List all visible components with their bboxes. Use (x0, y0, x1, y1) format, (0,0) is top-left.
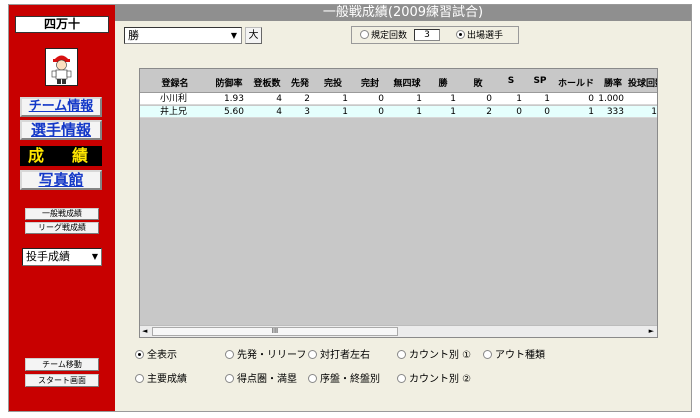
cell-no-walks: 1 (416, 107, 422, 117)
radio-dot (397, 374, 406, 383)
radio-vs-batter-side[interactable]: 対打者左右 (308, 350, 370, 362)
radio-count-1[interactable]: カウント別 ① (397, 350, 471, 362)
cell-holds: 0 (588, 94, 594, 104)
cell-saves: 1 (516, 94, 522, 104)
cell-complete-games: 1 (342, 107, 348, 117)
table-header: 登録名 防御率 登板数 先発 完投 完封 無四球 勝 敗 S SP ホールド 勝… (140, 69, 657, 93)
cell-starts: 3 (304, 107, 310, 117)
regulation-innings-input[interactable]: 3 (414, 29, 440, 41)
radio-appeared-players[interactable]: 出場選手 (456, 30, 503, 42)
col-header-appearances[interactable]: 登板数 (248, 76, 286, 89)
cell-sp: 0 (544, 107, 550, 117)
cell-era: 5.60 (223, 107, 244, 117)
radio-dot (397, 350, 406, 359)
start-screen-button[interactable]: スタート画面 (25, 374, 99, 387)
col-header-era[interactable]: 防御率 (210, 76, 248, 89)
col-header-innings[interactable]: 投球回数 (628, 76, 657, 89)
cell-losses: 2 (486, 107, 492, 117)
league-stats-button[interactable]: リーグ戦成績 (25, 222, 99, 234)
radio-dot (360, 30, 369, 39)
category-select[interactable]: 投手成績 ▼ (22, 248, 102, 266)
cell-appearances: 4 (276, 94, 282, 104)
col-header-saves[interactable]: S (496, 76, 526, 86)
col-header-starts[interactable]: 先発 (286, 76, 314, 89)
cell-innings: 1 (651, 107, 657, 117)
cell-win-pct: 1.000 (598, 94, 624, 104)
radio-dot-selected (456, 30, 465, 39)
cell-name: 井上兄 (160, 107, 188, 117)
stats-table: 登録名 防御率 登板数 先発 完投 完封 無四球 勝 敗 S SP ホールド 勝… (139, 68, 658, 338)
cell-losses: 0 (486, 94, 492, 104)
nav-player-info-button[interactable]: 選手情報 (20, 120, 102, 140)
radio-dot-selected (135, 350, 144, 359)
cell-name: 小川利 (160, 94, 188, 104)
horizontal-scrollbar[interactable]: ◄ III ► (140, 325, 657, 337)
general-stats-button[interactable]: 一般戦成績 (25, 208, 99, 220)
radio-regulation-innings[interactable]: 規定回数 (360, 30, 407, 42)
cell-appearances: 4 (276, 107, 282, 117)
sidebar: 四万十 チーム情報 選手情報 成 績 写真館 一般戦成績 リーグ戦成績 投手成績… (9, 5, 115, 411)
col-header-losses[interactable]: 敗 (460, 76, 496, 89)
radio-out-type[interactable]: アウト種類 (483, 350, 545, 362)
table-row[interactable]: 井上兄 5.60 4 3 1 0 1 1 2 0 0 1 333 1 (140, 106, 657, 118)
scroll-left-icon[interactable]: ◄ (142, 326, 147, 337)
radio-main-stats[interactable]: 主要成績 (135, 374, 187, 386)
col-header-name[interactable]: 登録名 (140, 76, 210, 89)
col-header-shutouts[interactable]: 完封 (352, 76, 388, 89)
col-header-complete-games[interactable]: 完投 (314, 76, 352, 89)
cell-complete-games: 1 (342, 94, 348, 104)
stat-sort-combo[interactable]: 勝 ▼ (124, 27, 242, 44)
radio-early-late-innings[interactable]: 序盤・終盤別 (308, 374, 380, 386)
app-window: 四万十 チーム情報 選手情報 成 績 写真館 一般戦成績 リーグ戦成績 投手成績… (8, 4, 692, 412)
radio-dot (225, 374, 234, 383)
radio-dot (135, 374, 144, 383)
radio-scoring-position[interactable]: 得点圏・満塁 (225, 374, 297, 386)
stat-sort-combo-value: 勝 (128, 29, 139, 42)
col-header-win-pct[interactable]: 勝率 (598, 76, 628, 89)
cell-starts: 2 (304, 94, 310, 104)
cell-no-walks: 1 (416, 94, 422, 104)
radio-dot (308, 350, 317, 359)
cell-saves: 0 (516, 107, 522, 117)
radio-dot (308, 374, 317, 383)
cell-shutouts: 0 (378, 94, 384, 104)
table-row[interactable]: 小川利 1.93 4 2 1 0 1 1 0 1 1 0 1.000 (140, 93, 657, 105)
team-name: 四万十 (15, 16, 109, 33)
col-header-sp[interactable]: SP (526, 76, 554, 86)
radio-count-2[interactable]: カウント別 ② (397, 374, 471, 386)
page-title: 一般戦成績(2009練習試合) (115, 5, 691, 21)
col-header-wins[interactable]: 勝 (426, 76, 460, 89)
col-header-holds[interactable]: ホールド (554, 76, 598, 89)
scroll-thumb[interactable]: III (152, 327, 398, 336)
cell-shutouts: 0 (378, 107, 384, 117)
team-move-button[interactable]: チーム移動 (25, 358, 99, 371)
nav-photo-gallery-button[interactable]: 写真館 (20, 170, 102, 190)
col-header-no-walks[interactable]: 無四球 (388, 76, 426, 89)
scroll-right-icon[interactable]: ► (649, 326, 654, 337)
radio-dot (225, 350, 234, 359)
chevron-down-icon: ▼ (91, 252, 98, 261)
baseball-player-icon (45, 48, 78, 86)
radio-starter-reliever[interactable]: 先発・リリーフ (225, 350, 306, 362)
cell-holds: 1 (588, 107, 594, 117)
size-toggle-button[interactable]: 大 (245, 27, 262, 44)
category-select-value: 投手成績 (26, 250, 70, 263)
radio-dot (483, 350, 492, 359)
chevron-down-icon: ▼ (230, 31, 237, 40)
cell-era: 1.93 (223, 94, 244, 104)
cell-win-pct: 333 (606, 107, 624, 117)
nav-team-info-button[interactable]: チーム情報 (20, 97, 102, 117)
radio-show-all[interactable]: 全表示 (135, 350, 177, 362)
cell-sp: 1 (544, 94, 550, 104)
cell-wins: 1 (450, 94, 456, 104)
nav-stats-button[interactable]: 成 績 (20, 146, 102, 166)
cell-wins: 1 (450, 107, 456, 117)
